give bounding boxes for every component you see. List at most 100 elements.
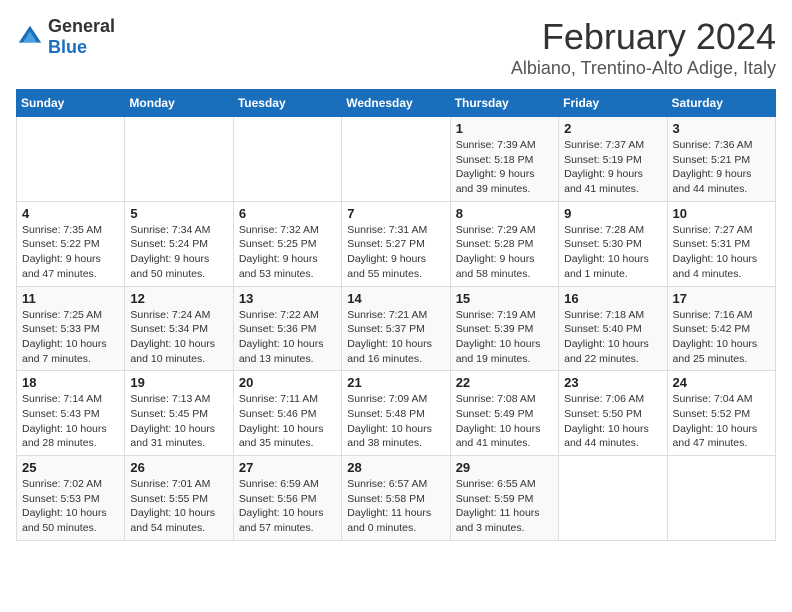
day-number: 29 <box>456 460 553 475</box>
day-number: 27 <box>239 460 336 475</box>
calendar-cell-w4-d6 <box>667 456 775 541</box>
day-number: 10 <box>673 206 770 221</box>
day-info: Sunrise: 7:09 AMSunset: 5:48 PMDaylight:… <box>347 392 444 451</box>
col-header-friday: Friday <box>559 90 667 117</box>
calendar-cell-w1-d1: 5 Sunrise: 7:34 AMSunset: 5:24 PMDaylight… <box>125 201 233 286</box>
day-number: 6 <box>239 206 336 221</box>
calendar-cell-w1-d2: 6 Sunrise: 7:32 AMSunset: 5:25 PMDaylight… <box>233 201 341 286</box>
calendar-cell-w1-d0: 4 Sunrise: 7:35 AMSunset: 5:22 PMDaylight… <box>17 201 125 286</box>
calendar-table: SundayMondayTuesdayWednesdayThursdayFrid… <box>16 89 776 541</box>
day-info: Sunrise: 7:39 AMSunset: 5:18 PMDaylight:… <box>456 138 553 197</box>
day-number: 2 <box>564 121 661 136</box>
day-number: 28 <box>347 460 444 475</box>
day-number: 18 <box>22 375 119 390</box>
calendar-cell-w1-d4: 8 Sunrise: 7:29 AMSunset: 5:28 PMDaylight… <box>450 201 558 286</box>
calendar-cell-w0-d5: 2 Sunrise: 7:37 AMSunset: 5:19 PMDaylight… <box>559 117 667 202</box>
calendar-cell-w2-d5: 16 Sunrise: 7:18 AMSunset: 5:40 PMDayligh… <box>559 286 667 371</box>
page-header: General Blue February 2024 Albiano, Tren… <box>16 16 776 79</box>
calendar-cell-w3-d4: 22 Sunrise: 7:08 AMSunset: 5:49 PMDayligh… <box>450 371 558 456</box>
day-info: Sunrise: 7:08 AMSunset: 5:49 PMDaylight:… <box>456 392 553 451</box>
day-number: 22 <box>456 375 553 390</box>
calendar-cell-w2-d2: 13 Sunrise: 7:22 AMSunset: 5:36 PMDayligh… <box>233 286 341 371</box>
calendar-cell-w4-d2: 27 Sunrise: 6:59 AMSunset: 5:56 PMDayligh… <box>233 456 341 541</box>
calendar-cell-w0-d3 <box>342 117 450 202</box>
day-info: Sunrise: 6:55 AMSunset: 5:59 PMDaylight:… <box>456 477 553 536</box>
day-number: 4 <box>22 206 119 221</box>
calendar-cell-w1-d3: 7 Sunrise: 7:31 AMSunset: 5:27 PMDaylight… <box>342 201 450 286</box>
calendar-cell-w2-d4: 15 Sunrise: 7:19 AMSunset: 5:39 PMDayligh… <box>450 286 558 371</box>
calendar-cell-w4-d3: 28 Sunrise: 6:57 AMSunset: 5:58 PMDayligh… <box>342 456 450 541</box>
day-info: Sunrise: 7:37 AMSunset: 5:19 PMDaylight:… <box>564 138 661 197</box>
day-info: Sunrise: 7:02 AMSunset: 5:53 PMDaylight:… <box>22 477 119 536</box>
col-header-sunday: Sunday <box>17 90 125 117</box>
day-info: Sunrise: 6:57 AMSunset: 5:58 PMDaylight:… <box>347 477 444 536</box>
calendar-cell-w2-d0: 11Sunrise: 7:25 AMSunset: 5:33 PMDayligh… <box>17 286 125 371</box>
calendar-cell-w3-d5: 23 Sunrise: 7:06 AMSunset: 5:50 PMDayligh… <box>559 371 667 456</box>
subtitle: Albiano, Trentino-Alto Adige, Italy <box>511 58 776 79</box>
day-info: Sunrise: 7:22 AMSunset: 5:36 PMDaylight:… <box>239 308 336 367</box>
day-info: Sunrise: 6:59 AMSunset: 5:56 PMDaylight:… <box>239 477 336 536</box>
col-header-saturday: Saturday <box>667 90 775 117</box>
day-number: 16 <box>564 291 661 306</box>
calendar-cell-w1-d5: 9Sunrise: 7:28 AMSunset: 5:30 PMDaylight… <box>559 201 667 286</box>
calendar-cell-w4-d4: 29 Sunrise: 6:55 AMSunset: 5:59 PMDayligh… <box>450 456 558 541</box>
day-info: Sunrise: 7:16 AMSunset: 5:42 PMDaylight:… <box>673 308 770 367</box>
day-number: 26 <box>130 460 227 475</box>
calendar-cell-w3-d0: 18 Sunrise: 7:14 AMSunset: 5:43 PMDayligh… <box>17 371 125 456</box>
calendar-cell-w2-d6: 17 Sunrise: 7:16 AMSunset: 5:42 PMDayligh… <box>667 286 775 371</box>
day-info: Sunrise: 7:14 AMSunset: 5:43 PMDaylight:… <box>22 392 119 451</box>
day-info: Sunrise: 7:34 AMSunset: 5:24 PMDaylight:… <box>130 223 227 282</box>
calendar-cell-w4-d1: 26 Sunrise: 7:01 AMSunset: 5:55 PMDayligh… <box>125 456 233 541</box>
main-title: February 2024 <box>511 16 776 58</box>
day-number: 1 <box>456 121 553 136</box>
day-number: 20 <box>239 375 336 390</box>
calendar-cell-w0-d0 <box>17 117 125 202</box>
day-number: 19 <box>130 375 227 390</box>
day-info: Sunrise: 7:35 AMSunset: 5:22 PMDaylight:… <box>22 223 119 282</box>
col-header-wednesday: Wednesday <box>342 90 450 117</box>
day-number: 13 <box>239 291 336 306</box>
day-number: 15 <box>456 291 553 306</box>
title-block: February 2024 Albiano, Trentino-Alto Adi… <box>511 16 776 79</box>
day-info: Sunrise: 7:29 AMSunset: 5:28 PMDaylight:… <box>456 223 553 282</box>
day-info: Sunrise: 7:18 AMSunset: 5:40 PMDaylight:… <box>564 308 661 367</box>
calendar-cell-w1-d6: 10 Sunrise: 7:27 AMSunset: 5:31 PMDayligh… <box>667 201 775 286</box>
logo-icon <box>16 23 44 51</box>
day-info: Sunrise: 7:01 AMSunset: 5:55 PMDaylight:… <box>130 477 227 536</box>
day-info: Sunrise: 7:06 AMSunset: 5:50 PMDaylight:… <box>564 392 661 451</box>
calendar-cell-w3-d1: 19 Sunrise: 7:13 AMSunset: 5:45 PMDayligh… <box>125 371 233 456</box>
calendar-cell-w0-d1 <box>125 117 233 202</box>
day-info: Sunrise: 7:04 AMSunset: 5:52 PMDaylight:… <box>673 392 770 451</box>
day-number: 7 <box>347 206 444 221</box>
day-info: Sunrise: 7:31 AMSunset: 5:27 PMDaylight:… <box>347 223 444 282</box>
calendar-cell-w0-d2 <box>233 117 341 202</box>
col-header-tuesday: Tuesday <box>233 90 341 117</box>
day-number: 21 <box>347 375 444 390</box>
day-info: Sunrise: 7:19 AMSunset: 5:39 PMDaylight:… <box>456 308 553 367</box>
calendar-cell-w4-d0: 25 Sunrise: 7:02 AMSunset: 5:53 PMDayligh… <box>17 456 125 541</box>
calendar-cell-w0-d4: 1 Sunrise: 7:39 AMSunset: 5:18 PMDaylight… <box>450 117 558 202</box>
calendar-cell-w3-d6: 24 Sunrise: 7:04 AMSunset: 5:52 PMDayligh… <box>667 371 775 456</box>
day-number: 5 <box>130 206 227 221</box>
day-number: 24 <box>673 375 770 390</box>
day-info: Sunrise: 7:32 AMSunset: 5:25 PMDaylight:… <box>239 223 336 282</box>
day-info: Sunrise: 7:11 AMSunset: 5:46 PMDaylight:… <box>239 392 336 451</box>
logo: General Blue <box>16 16 115 58</box>
logo-blue: Blue <box>48 37 87 57</box>
day-number: 23 <box>564 375 661 390</box>
calendar-cell-w2-d3: 14 Sunrise: 7:21 AMSunset: 5:37 PMDayligh… <box>342 286 450 371</box>
col-header-monday: Monday <box>125 90 233 117</box>
day-number: 3 <box>673 121 770 136</box>
day-number: 12 <box>130 291 227 306</box>
day-number: 17 <box>673 291 770 306</box>
day-info: Sunrise: 7:27 AMSunset: 5:31 PMDaylight:… <box>673 223 770 282</box>
calendar-cell-w0-d6: 3 Sunrise: 7:36 AMSunset: 5:21 PMDaylight… <box>667 117 775 202</box>
day-info: Sunrise: 7:36 AMSunset: 5:21 PMDaylight:… <box>673 138 770 197</box>
logo-general: General <box>48 16 115 36</box>
day-info: Sunrise: 7:13 AMSunset: 5:45 PMDaylight:… <box>130 392 227 451</box>
day-number: 14 <box>347 291 444 306</box>
day-number: 8 <box>456 206 553 221</box>
day-number: 11 <box>22 291 119 306</box>
day-number: 25 <box>22 460 119 475</box>
day-info: Sunrise: 7:21 AMSunset: 5:37 PMDaylight:… <box>347 308 444 367</box>
